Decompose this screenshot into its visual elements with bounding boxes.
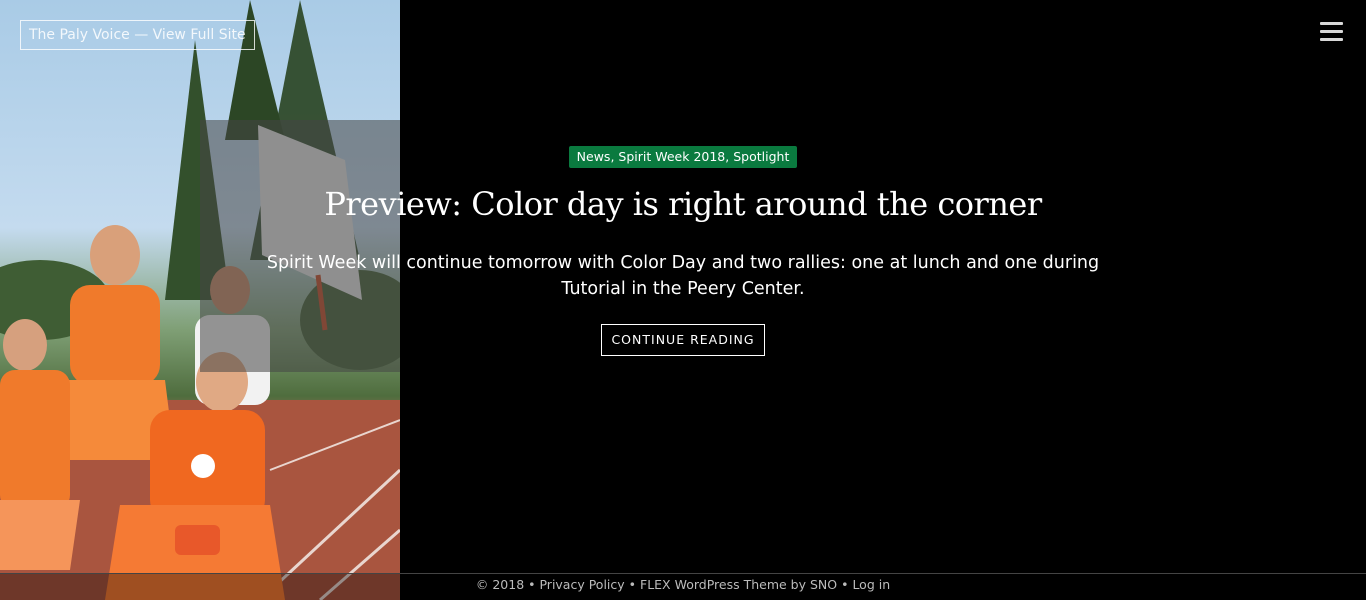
log-in-link[interactable]: Log in [852, 577, 890, 592]
hamburger-menu-icon[interactable] [1320, 22, 1343, 42]
footer-copyright: © 2018 [475, 577, 525, 592]
footer-separator: • [524, 577, 540, 592]
privacy-policy-link[interactable]: Privacy Policy [539, 577, 624, 592]
story-excerpt: Spirit Week will continue tomorrow with … [266, 253, 1100, 299]
footer-separator: • [837, 577, 853, 592]
footer-divider [0, 573, 1366, 574]
category-badge: News, Spirit Week 2018, Spotlight [568, 146, 798, 168]
menu-bar [1320, 38, 1343, 41]
site-footer: © 2018 • Privacy Policy • FLEX WordPress… [0, 577, 1366, 593]
menu-bar [1320, 22, 1343, 25]
continue-reading-button[interactable]: CONTINUE READING [601, 324, 765, 356]
menu-bar [1320, 30, 1343, 33]
footer-separator: • [624, 577, 640, 592]
story-title[interactable]: Preview: Color day is right around the c… [240, 184, 1126, 224]
featured-story: News, Spirit Week 2018, Spotlight Previe… [240, 146, 1126, 356]
category-link-spirit-week-2018[interactable]: Spirit Week 2018 [618, 149, 725, 164]
category-link-spotlight[interactable]: Spotlight [733, 149, 789, 164]
view-full-site-link[interactable]: The Paly Voice — View Full Site [20, 20, 255, 50]
theme-credit-link[interactable]: FLEX WordPress Theme by SNO [640, 577, 837, 592]
category-link-news[interactable]: News [577, 149, 611, 164]
